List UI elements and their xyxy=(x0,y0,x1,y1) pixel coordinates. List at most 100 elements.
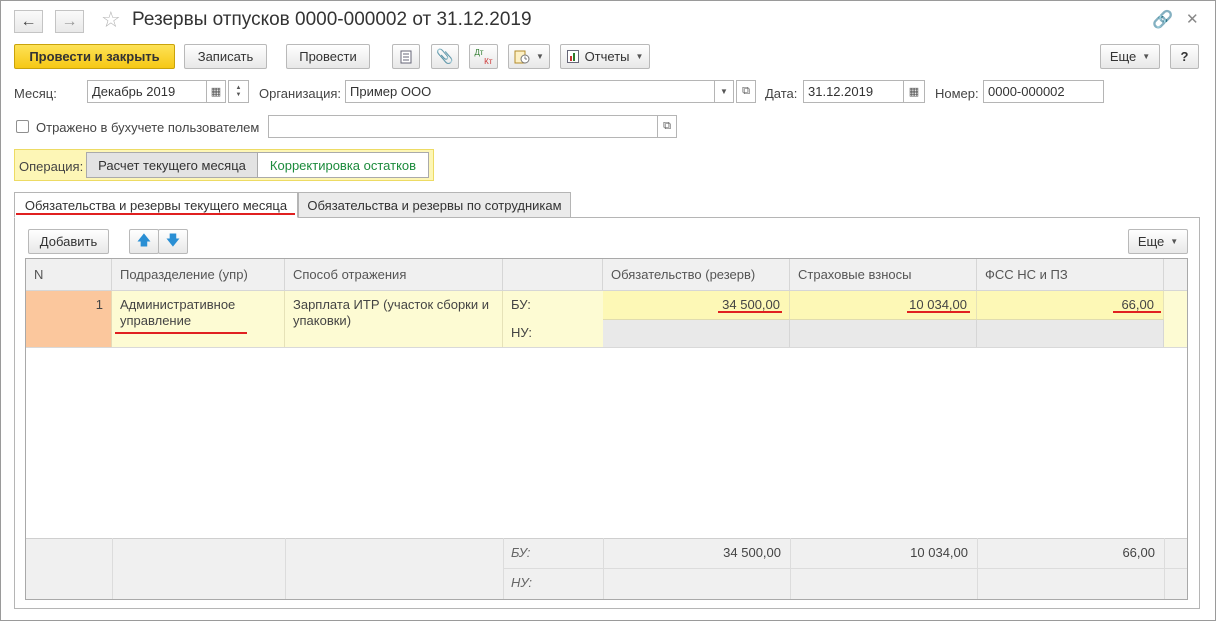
date-calendar-button[interactable]: ▦ xyxy=(903,80,925,103)
cell-scroll-filler xyxy=(1164,291,1187,347)
operation-label: Операция: xyxy=(19,159,84,174)
add-button[interactable]: Добавить xyxy=(28,229,109,254)
footer-insurance-total: 10 034,00 xyxy=(910,545,968,560)
footer-divider xyxy=(503,538,504,599)
month-label: Месяц: xyxy=(14,86,57,101)
fss-underline-annotation xyxy=(1113,311,1161,313)
forward-arrow-icon: → xyxy=(61,12,78,30)
open-icon: ⧉ xyxy=(742,85,750,97)
footer-divider xyxy=(285,538,286,599)
close-icon[interactable]: ✕ xyxy=(1186,10,1199,28)
cell-bu-label: БУ: xyxy=(503,291,603,319)
back-button[interactable]: ← xyxy=(14,10,43,33)
insurance-underline-annotation xyxy=(907,311,970,313)
chevron-down-icon: ▼ xyxy=(635,52,644,61)
reflected-checkbox[interactable] xyxy=(16,120,29,133)
cell-nu-label: НУ: xyxy=(503,319,603,347)
organization-field[interactable]: Пример ООО xyxy=(345,80,715,103)
chevron-down-icon: ▼ xyxy=(720,87,728,96)
department-line-2: управление xyxy=(120,313,192,328)
tab-underline-annotation xyxy=(16,213,295,215)
chevron-down-icon: ▼ xyxy=(1142,52,1151,61)
insurance-value: 10 034,00 xyxy=(909,297,967,312)
cell-method[interactable]: Зарплата ИТР (участок сборки и упаковки) xyxy=(285,291,503,347)
cell-fss-bu[interactable]: 66,00 xyxy=(977,291,1164,319)
reserves-table: N Подразделение (упр) Способ отражения О… xyxy=(25,258,1188,600)
month-calendar-button[interactable]: ▦ xyxy=(206,80,226,103)
row-divider xyxy=(26,347,1187,348)
column-header-type[interactable] xyxy=(503,259,603,291)
reflected-label: Отражено в бухучете пользователем xyxy=(36,120,260,135)
footer-bu-label: БУ: xyxy=(511,545,531,560)
column-header-insurance[interactable]: Страховые взносы xyxy=(790,259,977,291)
create-based-on-icon xyxy=(514,50,530,64)
dtkt-icon: Дт Кт xyxy=(475,48,493,66)
favorite-star-icon[interactable]: ☆ xyxy=(101,8,121,32)
footer-fss-total: 66,00 xyxy=(1122,545,1155,560)
column-header-method[interactable]: Способ отражения xyxy=(285,259,503,291)
footer-nu-label: НУ: xyxy=(511,575,533,590)
reflected-user-field[interactable] xyxy=(268,115,658,138)
number-field[interactable]: 0000-000002 xyxy=(983,80,1104,103)
help-button[interactable]: ? xyxy=(1170,44,1199,69)
calendar-icon: ▦ xyxy=(210,86,222,98)
more-label: Еще xyxy=(1109,49,1137,64)
operation-option-current-month[interactable]: Расчет текущего месяца xyxy=(86,152,258,178)
fss-value: 66,00 xyxy=(1121,297,1154,312)
chevron-down-icon: ▼ xyxy=(536,52,544,61)
footer-row-divider xyxy=(503,568,1187,569)
cell-insurance-bu[interactable]: 10 034,00 xyxy=(790,291,977,319)
footer-divider xyxy=(1164,538,1165,599)
reflected-user-open-button[interactable]: ⧉ xyxy=(657,115,677,138)
date-field[interactable]: 31.12.2019 xyxy=(803,80,904,103)
date-label: Дата: xyxy=(765,86,798,101)
operation-option-balance-correction[interactable]: Корректировка остатков xyxy=(257,152,429,178)
back-arrow-icon: ← xyxy=(20,12,37,30)
attach-button[interactable]: 📎 xyxy=(431,44,459,69)
cell-insurance-nu[interactable] xyxy=(790,319,977,347)
footer-liability-total: 34 500,00 xyxy=(723,545,781,560)
cell-liability-nu[interactable] xyxy=(603,319,790,347)
dtkt-bottom-label: Кт xyxy=(484,56,493,66)
create-based-on-button[interactable]: ▼ xyxy=(508,44,550,69)
cell-department[interactable]: Административное управление xyxy=(112,291,285,347)
save-button[interactable]: Записать xyxy=(184,44,267,69)
link-icon[interactable]: 🔗 xyxy=(1152,10,1173,30)
liability-underline-annotation xyxy=(718,311,782,313)
document-list-button[interactable] xyxy=(392,44,420,69)
department-underline-annotation xyxy=(115,332,247,334)
column-header-liability[interactable]: Обязательство (резерв) xyxy=(603,259,790,291)
reports-button[interactable]: Отчеты ▼ xyxy=(560,44,650,69)
dtkt-button[interactable]: Дт Кт xyxy=(469,44,498,69)
more-button[interactable]: Еще ▼ xyxy=(1100,44,1160,69)
column-header-department[interactable]: Подразделение (упр) xyxy=(112,259,285,291)
organization-open-button[interactable]: ⧉ xyxy=(736,80,756,103)
column-header-n[interactable]: N xyxy=(26,259,112,291)
move-up-icon: 🡅 xyxy=(136,231,152,248)
open-icon: ⧉ xyxy=(663,120,671,132)
month-spin-button[interactable]: ▲ ▼ xyxy=(228,80,249,103)
post-and-close-button[interactable]: Провести и закрыть xyxy=(14,44,175,69)
reports-icon xyxy=(566,50,579,63)
move-down-button[interactable]: 🡇 xyxy=(158,229,188,254)
organization-dropdown-button[interactable]: ▼ xyxy=(714,80,734,103)
spin-down-icon: ▼ xyxy=(235,91,242,98)
liability-value: 34 500,00 xyxy=(722,297,780,312)
tab-by-employees[interactable]: Обязательства и резервы по сотрудникам xyxy=(298,192,571,218)
method-line-1: Зарплата ИТР (участок сборки и xyxy=(293,297,489,312)
method-line-2: упаковки) xyxy=(293,313,352,328)
move-up-button[interactable]: 🡅 xyxy=(129,229,159,254)
move-down-icon: 🡇 xyxy=(165,231,181,248)
post-button[interactable]: Провести xyxy=(286,44,370,69)
table-more-button[interactable]: Еще ▼ xyxy=(1128,229,1188,254)
cell-fss-nu[interactable] xyxy=(977,319,1164,347)
month-field[interactable]: Декабрь 2019 xyxy=(87,80,207,103)
cell-liability-bu[interactable]: 34 500,00 xyxy=(603,291,790,319)
table-more-label: Еще xyxy=(1137,234,1165,249)
paperclip-icon: 📎 xyxy=(436,48,454,64)
document-list-icon xyxy=(400,50,412,63)
cell-n[interactable]: 1 xyxy=(26,291,112,347)
column-header-fss[interactable]: ФСС НС и ПЗ xyxy=(977,259,1164,291)
reports-label: Отчеты xyxy=(584,49,630,64)
forward-button[interactable]: → xyxy=(55,10,84,33)
